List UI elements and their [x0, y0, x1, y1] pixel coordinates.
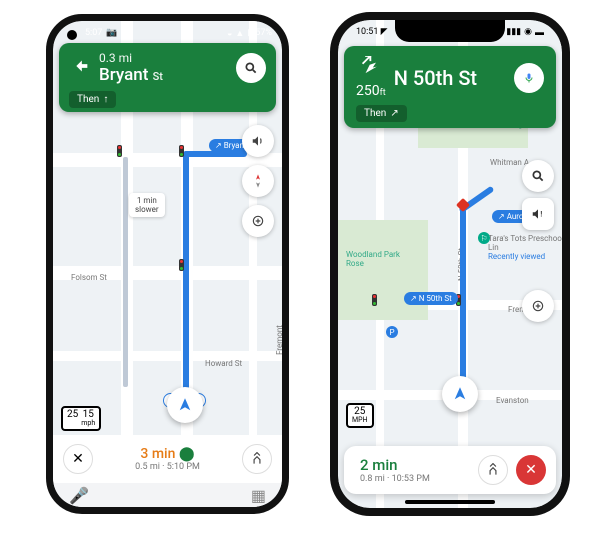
apps-icon[interactable]: ▦: [251, 486, 266, 505]
home-indicator[interactable]: [405, 500, 495, 504]
label-evanston: Evanston: [496, 396, 529, 405]
close-button[interactable]: ✕: [63, 444, 93, 474]
svg-text:!: !: [540, 210, 542, 218]
current-location: [442, 376, 478, 412]
wifi-icon: ◉: [524, 27, 532, 38]
search-button[interactable]: [522, 160, 554, 192]
bottom-info-bar[interactable]: 2 min 0.8 mi · 10:53 PM ✕: [344, 446, 556, 494]
alt-routes-button[interactable]: [478, 455, 508, 485]
eta-sub: 0.5 mi · 5:10 PM: [101, 462, 234, 472]
label-taras: Tara's Tots Preschool · LinRecently view…: [488, 234, 562, 261]
android-screen: 5:07 📷 ◒ ▲ ▮ 57% 0.3 mi Bryant St: [53, 21, 282, 507]
direction-street: N 50th St: [394, 66, 506, 90]
mic-icon[interactable]: 🎤: [69, 486, 89, 505]
close-button[interactable]: ✕: [516, 455, 546, 485]
status-time: 10:51 ◤: [356, 27, 388, 37]
status-time: 5:07: [85, 28, 102, 38]
eta-sub: 0.8 mi · 10:53 PM: [360, 474, 470, 484]
label-howard: Howard St: [205, 359, 242, 368]
battery-pct: 57%: [255, 28, 272, 38]
speed-indicator: 25MPH: [346, 403, 374, 428]
then-step[interactable]: Then ↗: [356, 105, 407, 122]
iphone-screen: 10:51 ◤ ▮▮▮ ◉ ▬ 250ft N 50th St: [338, 20, 562, 508]
eta: 2 min: [360, 456, 470, 474]
iphone: 10:51 ◤ ▮▮▮ ◉ ▬ 250ft N 50th St: [330, 12, 570, 516]
camera-hole: [67, 30, 77, 40]
direction-street: Bryant St: [99, 65, 228, 85]
compass-button[interactable]: [242, 165, 274, 197]
direction-distance: 0.3 mi: [99, 51, 228, 65]
eta: 3 min: [140, 446, 175, 462]
slower-badge: 1 minslower: [129, 193, 165, 217]
poi-icon: ⚐: [478, 232, 490, 244]
android-statusbar: 5:07 📷 ◒ ▲ ▮ 57%: [53, 21, 282, 45]
direction-card[interactable]: 250ft N 50th St Then ↗: [344, 46, 556, 128]
label-fremont: Fremont St: [275, 325, 282, 355]
report-button[interactable]: [522, 290, 554, 322]
notch: [395, 20, 505, 42]
direction-distance: 250ft: [356, 83, 386, 99]
direction-card[interactable]: 0.3 mi Bryant St Then ↑: [59, 43, 276, 112]
speed-indicator: 25 15mph: [61, 406, 101, 431]
battery-icon: ▬: [535, 27, 544, 38]
audio-alert-button[interactable]: !: [522, 198, 554, 230]
label-folsom: Folsom St: [71, 273, 107, 282]
battery-icon: ▮: [247, 28, 252, 38]
label-woodland: Woodland Park Rose: [346, 250, 406, 268]
report-button[interactable]: [242, 205, 274, 237]
turn-left-icon: [69, 55, 91, 82]
arrow-slight-right-icon: ↗: [390, 108, 398, 119]
audio-button[interactable]: [242, 125, 274, 157]
android-navbar: 🎤 ▦: [53, 483, 282, 507]
bottom-info-bar[interactable]: ✕ 3 min ⬤ 0.5 mi · 5:10 PM: [53, 435, 282, 483]
signal-icon: ▲: [235, 28, 244, 39]
wifi-icon: ◒: [227, 28, 232, 39]
voice-button[interactable]: [514, 63, 544, 93]
signal-icon: ▮▮▮: [506, 27, 521, 38]
search-button[interactable]: [236, 53, 266, 83]
then-step[interactable]: Then ↑: [69, 91, 116, 108]
current-location: [167, 387, 203, 423]
turn-slight-right-icon: [356, 56, 386, 83]
label-whitman: Whitman A: [490, 158, 529, 167]
android-phone: 5:07 📷 ◒ ▲ ▮ 57% 0.3 mi Bryant St: [46, 14, 289, 514]
alt-routes-button[interactable]: [242, 444, 272, 474]
arrow-up-icon: ↑: [103, 94, 108, 105]
label-n50: ↗ N 50th St: [404, 292, 458, 305]
parking-icon: P: [386, 326, 398, 338]
